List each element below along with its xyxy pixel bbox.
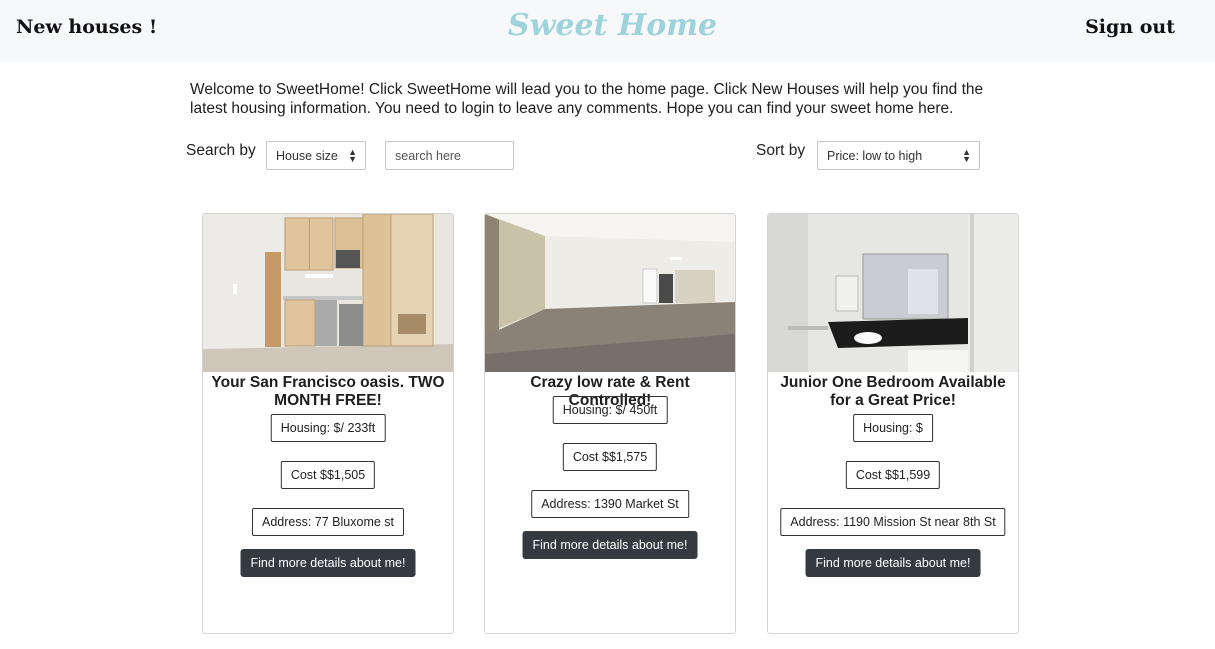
sort-by-label: Sort by bbox=[756, 142, 806, 159]
find-details-button[interactable]: Find more details about me! bbox=[240, 549, 416, 577]
select-arrows-icon: ▲ ▼ bbox=[962, 147, 971, 164]
address-box: Address: 77 Bluxome st bbox=[251, 508, 405, 536]
select-arrows-icon: ▲ ▼ bbox=[348, 147, 357, 164]
cost-box: Cost $$1,505 bbox=[280, 461, 376, 489]
address-box: Address: 1190 Mission St near 8th St bbox=[780, 508, 1006, 536]
search-by-selected: House size bbox=[276, 149, 338, 163]
housing-size-box: Housing: $/ 233ft bbox=[270, 414, 386, 442]
cost-box: Cost $$1,575 bbox=[562, 443, 658, 471]
sign-out-link[interactable]: Sign out bbox=[1085, 16, 1175, 38]
listing-card: Crazy low rate & Rent Controlled! Housin… bbox=[484, 213, 736, 634]
search-by-select[interactable]: House size ▲ ▼ bbox=[266, 141, 366, 170]
listing-title: Junior One Bedroom Available for a Great… bbox=[780, 374, 1006, 409]
housing-size-box: Housing: $ bbox=[853, 414, 933, 442]
search-by-label: Search by bbox=[186, 142, 256, 159]
listing-photo bbox=[485, 214, 735, 372]
find-details-button[interactable]: Find more details about me! bbox=[805, 549, 981, 577]
housing-size-box: Housing: $/ 450ft bbox=[552, 396, 668, 424]
listing-photo bbox=[203, 214, 453, 372]
sort-by-select[interactable]: Price: low to high ▲ ▼ bbox=[817, 141, 980, 170]
brand-logo-link[interactable]: Sweet Home bbox=[0, 8, 1215, 43]
listing-title: Your San Francisco oasis. TWO MONTH FREE… bbox=[211, 374, 445, 409]
listing-card: Junior One Bedroom Available for a Great… bbox=[767, 213, 1019, 634]
navbar: New houses ! Sweet Home Sign out bbox=[0, 0, 1215, 62]
search-input[interactable] bbox=[385, 141, 514, 170]
cost-box: Cost $$1,599 bbox=[845, 461, 941, 489]
listing-card: Your San Francisco oasis. TWO MONTH FREE… bbox=[202, 213, 454, 634]
sort-by-selected: Price: low to high bbox=[827, 149, 923, 163]
welcome-message: Welcome to SweetHome! Click SweetHome wi… bbox=[190, 81, 984, 117]
address-box: Address: 1390 Market St bbox=[531, 490, 689, 518]
find-details-button[interactable]: Find more details about me! bbox=[522, 531, 698, 559]
listing-photo bbox=[768, 214, 1018, 372]
